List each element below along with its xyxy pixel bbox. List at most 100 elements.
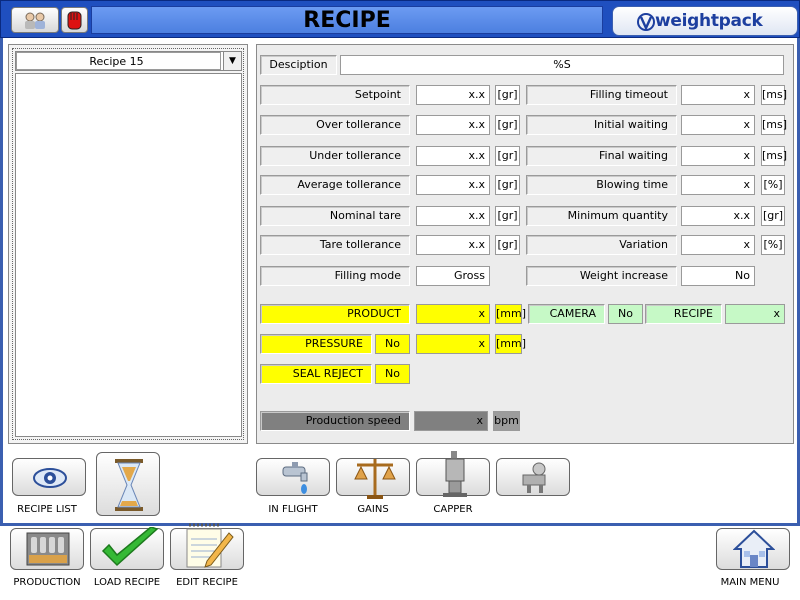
load-recipe-label: LOAD RECIPE (93, 577, 161, 588)
average-tollerance-unit: [gr] (495, 175, 520, 195)
stop-hand-icon (67, 11, 82, 30)
minimum-quantity-unit: [gr] (761, 206, 785, 226)
pressure-value-field[interactable]: x (416, 334, 490, 354)
recipe-screen: RECIPE weightpack Recipe 15 ▼ Desciption… (0, 0, 800, 600)
capper-button[interactable] (416, 451, 490, 497)
minimum-quantity-field[interactable]: x.x (681, 206, 755, 226)
left-rail (0, 38, 3, 523)
variation-unit: [%] (761, 235, 785, 255)
variation-label: Variation (526, 235, 677, 255)
final-waiting-field[interactable]: x (681, 146, 755, 166)
hourglass-icon (115, 459, 143, 511)
seal-reject-field[interactable]: No (375, 364, 410, 384)
notepad-pencil-icon (186, 523, 234, 568)
check-icon (101, 527, 159, 567)
recipe-listbox[interactable] (15, 73, 242, 437)
in-flight-button[interactable] (256, 458, 330, 496)
filling-mode-label: Filling mode (260, 266, 410, 286)
machine-button[interactable] (496, 458, 570, 496)
initial-waiting-field[interactable]: x (681, 115, 755, 135)
setpoint-field[interactable]: x.x (416, 85, 490, 105)
eye-icon (33, 468, 67, 488)
production-button[interactable] (10, 528, 84, 570)
title-bar: RECIPE weightpack (0, 0, 800, 38)
users-icon (25, 12, 45, 29)
nominal-tare-label: Nominal tare (260, 206, 410, 226)
weightpack-logo-button[interactable]: weightpack (612, 6, 798, 36)
filling-timeout-field[interactable]: x (681, 85, 755, 105)
nominal-tare-unit: [gr] (495, 206, 520, 226)
recipe-select[interactable]: Recipe 15 ▼ (15, 51, 242, 71)
setpoint-unit: [gr] (495, 85, 520, 105)
under-tollerance-label: Under tollerance (260, 146, 410, 166)
over-tollerance-label: Over tollerance (260, 115, 410, 135)
edit-recipe-button[interactable] (170, 523, 244, 570)
main-menu-label: MAIN MENU (720, 577, 780, 588)
scales-icon (354, 459, 396, 499)
product-unit: [mm] (495, 304, 526, 324)
recipe-label: RECIPE (645, 304, 722, 324)
variation-field[interactable]: x (681, 235, 755, 255)
average-tollerance-field[interactable]: x.x (416, 175, 490, 195)
under-tollerance-unit: [gr] (495, 146, 520, 166)
filling-timeout-unit: [ms] (761, 85, 787, 105)
page-title: RECIPE (303, 8, 391, 33)
home-icon (733, 529, 775, 568)
over-tollerance-unit: [gr] (495, 115, 520, 135)
tare-tollerance-field[interactable]: x.x (416, 235, 490, 255)
blowing-time-unit: [%] (761, 175, 785, 195)
recipe-details-panel: Desciption %S Setpoint x.x [gr] Filling … (256, 44, 794, 444)
filling-mode-field[interactable]: Gross (416, 266, 490, 286)
average-tollerance-label: Average tollerance (260, 175, 410, 195)
machine-icon (522, 462, 546, 493)
stop-button[interactable] (61, 7, 88, 33)
capper-machine-icon (443, 451, 467, 497)
pressure-label: PRESSURE (260, 334, 372, 354)
blowing-time-label: Blowing time (526, 175, 677, 195)
camera-label: CAMERA (528, 304, 605, 324)
gains-button[interactable] (336, 458, 410, 499)
load-recipe-button[interactable] (90, 527, 164, 570)
description-field[interactable]: %S (340, 55, 784, 75)
recipe-select-value: Recipe 15 (16, 52, 221, 70)
minimum-quantity-label: Minimum quantity (526, 206, 677, 226)
weightpack-logo-icon (637, 13, 655, 31)
production-label: PRODUCTION (13, 577, 81, 588)
production-speed-label: Production speed (260, 411, 410, 431)
capper-label: CAPPER (433, 504, 473, 515)
weight-increase-field[interactable]: No (681, 266, 755, 286)
pressure-unit: [mm] (495, 334, 526, 354)
recipe-list-panel: Recipe 15 ▼ (8, 44, 248, 444)
initial-waiting-unit: [ms] (761, 115, 787, 135)
under-tollerance-field[interactable]: x.x (416, 146, 490, 166)
production-line-icon (26, 532, 70, 566)
seal-reject-label: SEAL REJECT (260, 364, 372, 384)
gains-label: GAINS (357, 504, 389, 515)
chevron-down-icon[interactable]: ▼ (223, 52, 241, 70)
camera-field[interactable]: No (608, 304, 643, 324)
final-waiting-label: Final waiting (526, 146, 677, 166)
final-waiting-unit: [ms] (761, 146, 787, 166)
in-flight-label: IN FLIGHT (268, 504, 318, 515)
edit-recipe-label: EDIT RECIPE (176, 577, 238, 588)
recipe-list-button[interactable] (12, 458, 86, 496)
product-field[interactable]: x (416, 304, 490, 324)
users-button[interactable] (11, 7, 59, 33)
production-speed-field: x (414, 411, 488, 431)
production-speed-unit: bpm (493, 411, 520, 431)
over-tollerance-field[interactable]: x.x (416, 115, 490, 135)
recipe-field[interactable]: x (725, 304, 785, 324)
toolbar-divider (0, 523, 800, 526)
product-label: PRODUCT (260, 304, 410, 324)
pressure-field[interactable]: No (375, 334, 410, 354)
nominal-tare-field[interactable]: x.x (416, 206, 490, 226)
weight-increase-label: Weight increase (526, 266, 677, 286)
main-menu-button[interactable] (716, 528, 790, 570)
brand-name: weightpack (655, 11, 763, 31)
blowing-time-field[interactable]: x (681, 175, 755, 195)
hourglass-button[interactable] (96, 452, 160, 516)
tare-tollerance-label: Tare tollerance (260, 235, 410, 255)
filling-timeout-label: Filling timeout (526, 85, 677, 105)
tare-tollerance-unit: [gr] (495, 235, 520, 255)
recipe-list-label: RECIPE LIST (17, 504, 77, 515)
